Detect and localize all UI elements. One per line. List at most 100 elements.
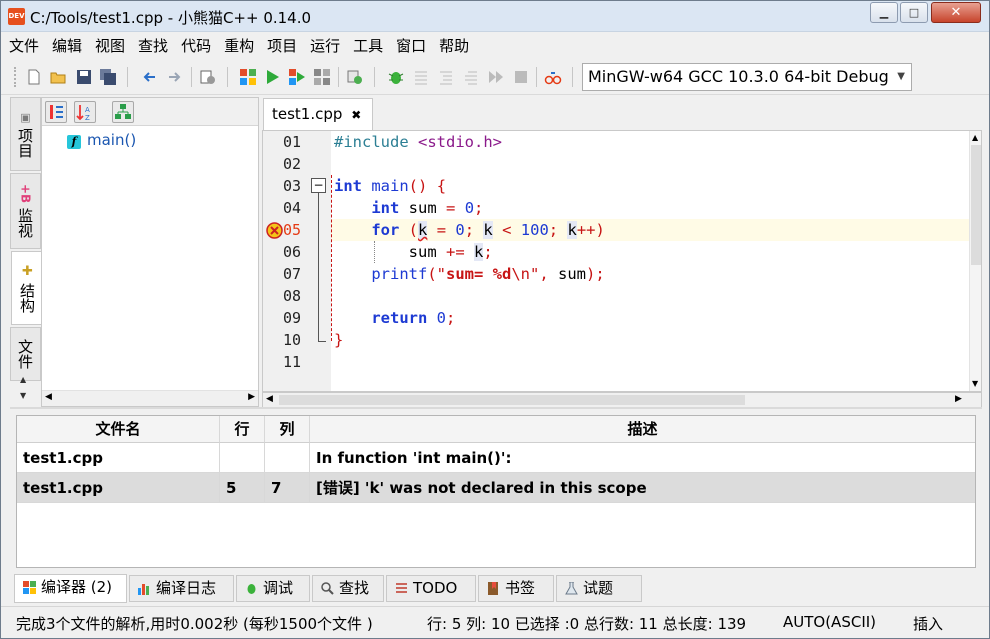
hierarchy-icon [115,104,131,119]
column-header-file[interactable]: 文件名 [17,416,220,443]
tab-todo[interactable]: TODO [386,575,476,602]
compiler-select[interactable]: MinGW-w64 GCC 10.3.0 64-bit Debug ▼ [582,63,912,91]
menu-run[interactable]: 运行 [305,33,345,59]
flask-icon [565,582,578,595]
tab-files-label: 文件 [16,339,34,369]
show-inherited-button[interactable] [112,101,134,123]
step-over-icon[interactable] [412,68,430,86]
status-encoding[interactable]: AUTO(ASCII) [783,613,876,631]
toolbar-separator [338,67,339,87]
back-arrow-icon[interactable] [141,68,159,86]
tab-compile-log[interactable]: 编译日志 [129,575,234,602]
sort-alpha-button[interactable]: AZ [74,101,96,123]
save-icon[interactable] [75,68,93,86]
menu-code[interactable]: 代码 [176,33,216,59]
cell-file: test1.cpp [17,473,220,503]
title-bar[interactable]: DEV C:/Tools/test1.cpp - 小熊猫C++ 0.14.0 ▁… [1,1,989,32]
editor-horizontal-scrollbar[interactable]: ◀ ▶ [262,392,982,408]
stop-icon[interactable] [512,68,530,86]
scroll-down-icon[interactable]: ▼ [972,379,978,388]
tab-test1-cpp[interactable]: test1.cpp ✖ [263,98,373,130]
project-icon: ▣ [19,110,32,124]
editor-tab-label: test1.cpp [272,105,343,123]
close-tab-icon[interactable]: ✖ [351,108,361,122]
scroll-left-icon[interactable]: ◀ [45,392,52,402]
menu-view[interactable]: 视图 [90,33,130,59]
code-format-icon[interactable] [199,68,217,86]
menu-tools[interactable]: 工具 [348,33,388,59]
menu-bar: 文件 编辑 视图 查找 代码 重构 项目 运行 工具 窗口 帮助 [1,33,989,59]
fold-line [318,193,319,341]
scroll-up-icon[interactable]: ▲ [972,133,978,142]
scroll-right-icon[interactable]: ▶ [955,394,962,404]
new-file-icon[interactable] [25,68,43,86]
tab-watch[interactable]: +B 监视 [10,173,41,249]
menu-edit[interactable]: 编辑 [47,33,87,59]
code-line-1: #include <stdio.h> [334,133,502,151]
structure-item-main[interactable]: f main() [67,131,136,149]
rebuild-icon[interactable] [313,68,331,86]
search-icon [321,582,334,595]
editor-vertical-scrollbar[interactable]: ▲ ▼ [969,131,981,391]
toolbar-separator [572,67,573,87]
toolbar-separator [536,67,537,87]
menu-refactor[interactable]: 重构 [219,33,259,59]
menu-project[interactable]: 项目 [262,33,302,59]
scroll-thumb[interactable] [971,145,981,265]
scroll-up-icon[interactable]: ▲ [20,375,30,385]
code-line-9: return 0; [371,309,456,327]
cpu-window-icon[interactable] [544,68,562,86]
sort-alpha-icon: AZ [76,105,90,122]
minimize-button[interactable]: ▁ [870,2,898,23]
column-header-line[interactable]: 行 [220,416,265,443]
cell-line [220,443,265,473]
run-icon[interactable] [263,68,281,86]
sort-by-type-button[interactable] [45,101,67,123]
scroll-right-icon[interactable]: ▶ [248,392,255,402]
bottom-panel-tabs: 编译器 (2) 编译日志 调试 查找 TODO 书签 试题 [14,574,976,603]
menu-window[interactable]: 窗口 [391,33,431,59]
debug-icon[interactable] [387,68,405,86]
scroll-down-icon[interactable]: ▼ [20,391,30,401]
project-options-icon[interactable] [346,68,364,86]
save-all-icon[interactable] [99,68,117,86]
left-panel-tabs: ▣ 项目 +B 监视 ✚ 结构 文件 ▲ ▼ [10,97,43,407]
step-out-icon[interactable] [462,68,480,86]
compile-icon[interactable] [239,68,257,86]
menu-file[interactable]: 文件 [4,33,44,59]
forward-arrow-icon[interactable] [165,68,183,86]
menu-search[interactable]: 查找 [133,33,173,59]
menu-help[interactable]: 帮助 [434,33,474,59]
compile-run-icon[interactable] [288,68,306,86]
open-folder-icon[interactable] [49,68,67,86]
tab-structure[interactable]: ✚ 结构 [11,251,43,325]
tab-problems[interactable]: 试题 [556,575,642,602]
tab-files[interactable]: 文件 [10,327,41,381]
splitter[interactable] [10,407,982,409]
maximize-button[interactable]: □ [900,2,928,23]
line-number: 01 [283,133,302,151]
scroll-left-icon[interactable]: ◀ [266,394,273,404]
tab-problems-label: 试题 [583,579,614,597]
column-header-col[interactable]: 列 [265,416,310,443]
fold-collapse-icon[interactable]: − [311,178,326,193]
line-number: 09 [283,309,302,327]
cell-description: [错误] 'k' was not declared in this scope [310,473,975,503]
compiler-results-table: 文件名 行 列 描述 test1.cpp In function 'int ma… [16,415,976,568]
code-editor[interactable]: 01 02 03 04 05 06 07 08 09 10 11 − #incl… [262,130,982,392]
structure-horizontal-scrollbar[interactable]: ◀ ▶ [42,390,258,406]
tab-project[interactable]: ▣ 项目 [10,97,41,171]
tab-compiler[interactable]: 编译器 (2) [14,574,127,603]
scroll-thumb[interactable] [279,395,745,405]
line-number: 02 [283,155,302,173]
column-header-description[interactable]: 描述 [310,416,975,443]
tab-bookmarks[interactable]: 书签 [478,575,554,602]
continue-icon[interactable] [487,68,505,86]
step-into-icon[interactable] [437,68,455,86]
cell-file: test1.cpp [17,443,220,473]
line-number: 07 [283,265,302,283]
close-button[interactable]: ✕ [931,2,981,23]
tab-debug[interactable]: 调试 [236,575,310,602]
tab-search[interactable]: 查找 [312,575,384,602]
error-marker-icon[interactable] [266,222,283,239]
